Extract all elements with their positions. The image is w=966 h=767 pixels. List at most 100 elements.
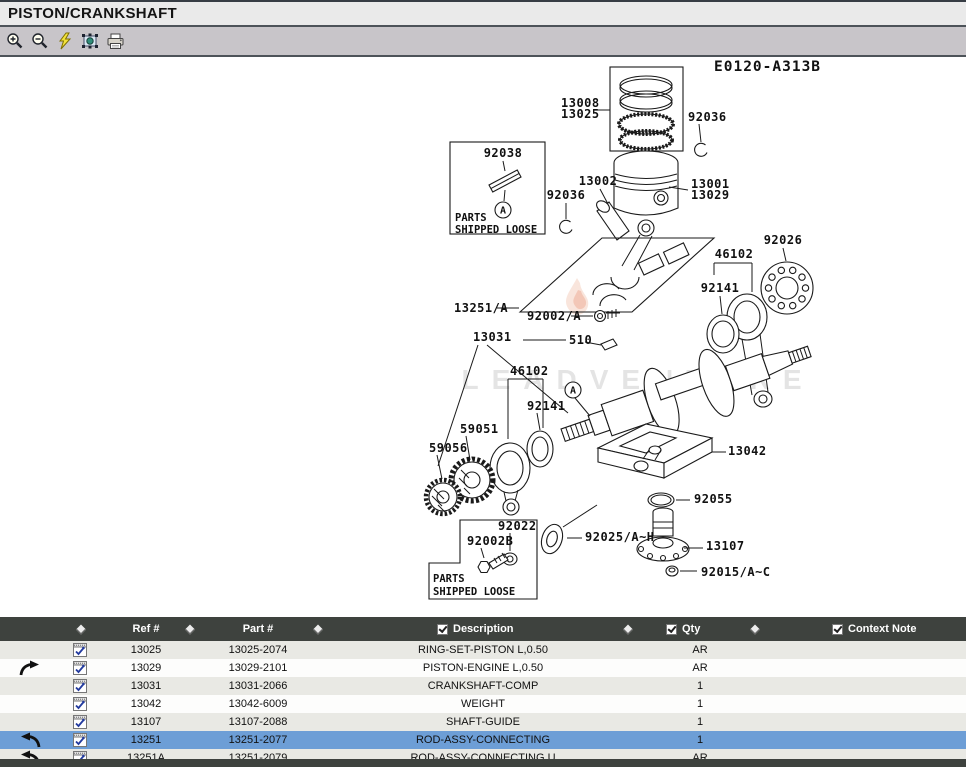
description-cell: PISTON-ENGINE L,0.50 <box>324 659 642 677</box>
context-note-icon[interactable] <box>72 642 88 658</box>
part-callout-92036-mid[interactable]: 92036 <box>547 188 586 202</box>
table-row[interactable]: 1310713107-2088SHAFT-GUIDE1 <box>0 713 966 731</box>
ref-cell: 13251 <box>100 731 192 749</box>
jump-forward-arrow-icon <box>18 660 42 677</box>
part-callout-13042[interactable]: 13042 <box>728 444 767 458</box>
table-row[interactable]: 1325113251-2077ROD-ASSY-CONNECTING1 <box>0 731 966 749</box>
part-callout-13031[interactable]: 13031 <box>473 330 512 344</box>
description-checkbox[interactable] <box>437 624 448 635</box>
exploded-parts-diagram-panel: LEADVENTURE E0120-A313B A PARTS SHIPPED … <box>0 57 966 617</box>
context-note-cell <box>758 641 966 659</box>
context-note-column-header[interactable]: Context Note <box>832 617 916 641</box>
context-note-cell <box>758 677 966 695</box>
plug-illustration <box>666 566 678 576</box>
part-cell: 13031-2066 <box>192 677 324 695</box>
ref-cell: 13029 <box>100 659 192 677</box>
part-callout-13107[interactable]: 13107 <box>706 539 745 553</box>
sort-qty-button[interactable] <box>752 617 759 641</box>
part-callout-92015[interactable]: 92015/A~C <box>701 565 771 579</box>
context-note-icon[interactable] <box>72 714 88 730</box>
parts-table-body: 1302513025-2074RING-SET-PISTON L,0.50AR … <box>0 641 966 767</box>
qty-column-header[interactable]: Qty <box>666 617 700 641</box>
context-note-icon[interactable] <box>72 732 88 748</box>
flash-icon <box>57 32 73 50</box>
part-cell: 13107-2088 <box>192 713 324 731</box>
part-callout-92141-left[interactable]: 92141 <box>527 399 566 413</box>
row-nav-cell[interactable] <box>0 731 60 749</box>
part-callout-13025[interactable]: 13025 <box>561 107 600 121</box>
part-callout-510[interactable]: 510 <box>569 333 592 347</box>
sort-icon <box>185 624 195 634</box>
page-title: PISTON/CRANKSHAFT <box>8 5 177 22</box>
sort-part-button[interactable] <box>315 617 322 641</box>
sort-icon <box>623 624 633 634</box>
part-cell: 13025-2074 <box>192 641 324 659</box>
part-callout-92036-top[interactable]: 92036 <box>688 110 727 124</box>
part-cell: 13042-6009 <box>192 695 324 713</box>
context-note-checkbox[interactable] <box>832 624 843 635</box>
row-note-cell[interactable] <box>60 695 100 713</box>
row-nav-cell <box>0 713 60 731</box>
row-note-cell[interactable] <box>60 713 100 731</box>
part-callout-46102-left[interactable]: 46102 <box>510 364 549 378</box>
table-row[interactable]: 1302913029-2101PISTON-ENGINE L,0.50AR <box>0 659 966 677</box>
sort-icon <box>313 624 323 634</box>
zoom-in-button[interactable] <box>4 30 26 52</box>
part-callout-92002b[interactable]: 92002B <box>467 534 513 548</box>
zoom-out-button[interactable] <box>29 30 51 52</box>
zoom-out-icon <box>31 32 49 50</box>
part-callout-46102-right[interactable]: 46102 <box>715 247 754 261</box>
left-conrod-illustration <box>490 431 553 515</box>
description-cell: SHAFT-GUIDE <box>324 713 642 731</box>
row-nav-cell[interactable] <box>0 659 60 677</box>
context-note-cell <box>758 659 966 677</box>
parts-table: Ref # Part # Description Qty Context Not… <box>0 617 966 767</box>
description-cell: ROD-ASSY-CONNECTING <box>324 731 642 749</box>
row-nav-cell <box>0 695 60 713</box>
part-column-header[interactable]: Part # <box>243 617 274 641</box>
sort-ref-button[interactable] <box>187 617 194 641</box>
sort-note-button[interactable] <box>78 617 85 641</box>
context-note-icon[interactable] <box>72 660 88 676</box>
row-note-cell[interactable] <box>60 731 100 749</box>
qty-cell: AR <box>642 659 758 677</box>
print-button[interactable] <box>104 30 126 52</box>
flash-hotspots-button[interactable] <box>54 30 76 52</box>
table-row[interactable]: 1302513025-2074RING-SET-PISTON L,0.50AR <box>0 641 966 659</box>
ref-column-header[interactable]: Ref # <box>133 617 160 641</box>
part-cell: 13029-2101 <box>192 659 324 677</box>
image-select-button[interactable] <box>79 30 101 52</box>
diagram-code: E0120-A313B <box>714 59 821 75</box>
part-callout-92141-right[interactable]: 92141 <box>701 281 740 295</box>
context-note-icon[interactable] <box>72 696 88 712</box>
part-callout-13029[interactable]: 13029 <box>691 188 730 202</box>
loose-box1-line2: SHIPPED LOOSE <box>455 224 537 236</box>
part-callout-92025[interactable]: 92025/A~H <box>585 530 655 544</box>
part-callout-92022[interactable]: 92022 <box>498 519 537 533</box>
row-note-cell[interactable] <box>60 641 100 659</box>
qty-checkbox[interactable] <box>666 624 677 635</box>
part-callout-92038[interactable]: 92038 <box>484 146 523 160</box>
jump-back-arrow-icon <box>18 732 42 749</box>
description-column-header[interactable]: Description <box>437 617 514 641</box>
part-callout-59056[interactable]: 59056 <box>429 441 468 455</box>
sort-description-button[interactable] <box>625 617 632 641</box>
marker-a: A <box>500 206 506 217</box>
bearing-plate-illustration <box>761 262 813 314</box>
qty-cell: AR <box>642 641 758 659</box>
table-row[interactable]: 1304213042-6009WEIGHT1 <box>0 695 966 713</box>
marker-a-crank: A <box>570 386 576 397</box>
part-callout-13002[interactable]: 13002 <box>579 174 618 188</box>
part-callout-92026[interactable]: 92026 <box>764 233 803 247</box>
piston-illustration <box>614 151 678 215</box>
row-note-cell[interactable] <box>60 659 100 677</box>
ring-set-illustration <box>610 67 683 151</box>
part-callout-13251a[interactable]: 13251/A <box>454 301 508 315</box>
context-note-icon[interactable] <box>72 678 88 694</box>
part-callout-92002a[interactable]: 92002/A <box>527 309 581 323</box>
row-note-cell[interactable] <box>60 677 100 695</box>
part-callout-59051[interactable]: 59051 <box>460 422 499 436</box>
table-row[interactable]: 1303113031-2066CRANKSHAFT-COMP1 <box>0 677 966 695</box>
part-callout-92055[interactable]: 92055 <box>694 492 733 506</box>
qty-cell: 1 <box>642 731 758 749</box>
